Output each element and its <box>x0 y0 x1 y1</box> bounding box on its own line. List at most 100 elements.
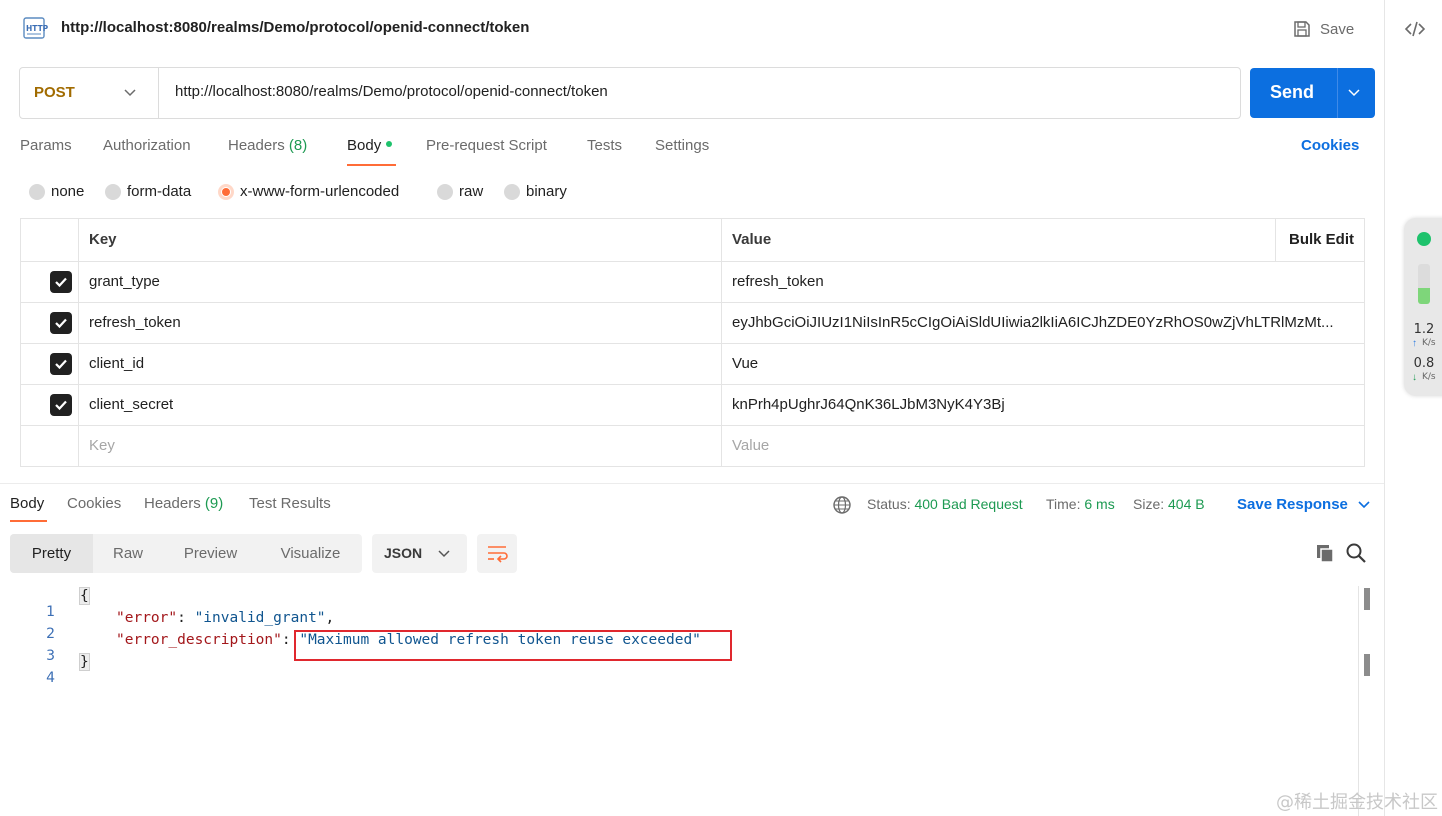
save-button[interactable]: Save <box>1292 16 1354 42</box>
upload-unit: K/s <box>1422 338 1436 348</box>
format-label: JSON <box>384 545 423 561</box>
checkmark-icon <box>55 400 67 411</box>
status-dot-icon <box>1417 232 1431 246</box>
save-icon <box>1294 21 1310 37</box>
response-tab-test-results[interactable]: Test Results <box>249 495 331 512</box>
radio-urlencoded-label: x-www-form-urlencoded <box>240 183 400 200</box>
upload-arrow-icon: ↑ <box>1412 338 1417 349</box>
pane-divider[interactable] <box>0 483 1384 484</box>
search-icon[interactable] <box>1345 542 1367 564</box>
response-status[interactable]: Status: 400 Bad Request <box>867 496 1023 512</box>
radio-urlencoded[interactable]: x-www-form-urlencoded <box>218 183 399 200</box>
headers-count: (8) <box>288 137 308 154</box>
code-snippet-icon[interactable] <box>1404 18 1426 40</box>
radio-none[interactable]: none <box>29 183 84 200</box>
save-response-label: Save Response <box>1237 496 1348 513</box>
value-cell[interactable]: knPrh4pUghrJ64QnK36LJbM3NyK4Y3Bj <box>722 385 1364 425</box>
param-value: eyJhbGciOiJIUzI1NiIsInR5cCIgOiAiSldUIiwi… <box>732 314 1334 331</box>
globe-icon[interactable] <box>832 495 852 515</box>
send-options-chevron-icon[interactable] <box>1348 88 1360 98</box>
tab-body[interactable]: Body <box>347 137 393 154</box>
method-select[interactable]: POST <box>20 68 159 118</box>
key-cell[interactable]: grant_type <box>79 262 722 302</box>
radio-binary[interactable]: binary <box>504 183 567 200</box>
table-row: refresh_token eyJhbGciOiJIUzI1NiIsInR5cC… <box>21 302 1364 343</box>
new-key-input[interactable]: Key <box>79 426 722 466</box>
url-input[interactable]: http://localhost:8080/realms/Demo/protoc… <box>175 83 1225 100</box>
row-checkbox[interactable] <box>50 353 72 375</box>
response-size[interactable]: Size: 404 B <box>1133 496 1205 512</box>
tab-pre-request-script[interactable]: Pre-request Script <box>426 137 547 154</box>
value-cell[interactable]: eyJhbGciOiJIUzI1NiIsInR5cCIgOiAiSldUIiwi… <box>722 303 1364 343</box>
chevron-down-icon <box>124 89 136 97</box>
view-mode-switch: Pretty Raw Preview Visualize <box>10 534 362 573</box>
send-button[interactable]: Send <box>1250 68 1375 118</box>
body-modified-dot-icon <box>386 141 393 148</box>
row-checkbox-cell <box>21 344 79 384</box>
response-tab-body[interactable]: Body <box>10 495 44 512</box>
tab-body-label: Body <box>347 137 382 154</box>
download-arrow-icon: ↓ <box>1412 372 1417 383</box>
key-header-label: Key <box>89 231 117 248</box>
svg-text:HTTP: HTTP <box>26 24 48 33</box>
cookies-link[interactable]: Cookies <box>1301 137 1359 154</box>
view-pretty[interactable]: Pretty <box>10 534 93 573</box>
copy-icon[interactable] <box>1314 542 1336 564</box>
view-preview[interactable]: Preview <box>173 534 248 573</box>
checkmark-icon <box>55 318 67 329</box>
view-raw[interactable]: Raw <box>103 534 153 573</box>
json-pair: "error_description": "Maximum allowed re… <box>116 632 701 648</box>
key-placeholder: Key <box>89 437 115 454</box>
table-header-row: Key Value Bulk Edit <box>21 219 1364 261</box>
row-checkbox[interactable] <box>50 271 72 293</box>
key-cell[interactable]: refresh_token <box>79 303 722 343</box>
active-tab-indicator <box>347 164 396 166</box>
tab-settings[interactable]: Settings <box>655 137 709 154</box>
radio-circle <box>437 183 453 200</box>
code-line: 1 { <box>0 587 1340 620</box>
request-title[interactable]: http://localhost:8080/realms/Demo/protoc… <box>61 19 529 36</box>
scrollbar-marker <box>1364 654 1370 676</box>
tab-authorization[interactable]: Authorization <box>103 137 191 154</box>
view-visualize[interactable]: Visualize <box>268 534 353 573</box>
size-label: Size: <box>1133 496 1165 512</box>
value-cell[interactable]: Vue <box>722 344 1364 384</box>
radio-circle <box>105 183 121 200</box>
row-checkbox[interactable] <box>50 312 72 334</box>
close-brace: } <box>79 653 90 671</box>
wrap-lines-button[interactable] <box>477 534 517 573</box>
radio-form-data[interactable]: form-data <box>105 183 191 200</box>
format-select[interactable]: JSON <box>372 534 467 573</box>
usage-bar <box>1418 264 1430 304</box>
response-body-editor[interactable]: 1 { 2 "error": "invalid_grant", 3 "error… <box>0 586 1358 816</box>
scrollbar-marker <box>1364 588 1370 610</box>
tab-headers[interactable]: Headers (8) <box>228 137 307 154</box>
param-value: refresh_token <box>732 273 824 290</box>
key-cell[interactable]: client_secret <box>79 385 722 425</box>
radio-raw[interactable]: raw <box>437 183 483 200</box>
row-checkbox[interactable] <box>50 394 72 416</box>
download-speed: 0.8 <box>1413 356 1435 371</box>
status-label: Status: <box>867 496 911 512</box>
key-cell[interactable]: client_id <box>79 344 722 384</box>
value-header-label: Value <box>732 231 772 248</box>
response-time[interactable]: Time: 6 ms <box>1046 496 1115 512</box>
tab-params[interactable]: Params <box>20 137 72 154</box>
response-tab-headers[interactable]: Headers (9) <box>144 495 223 512</box>
network-speed-widget[interactable]: 1.2 ↑ K/s 0.8 ↓ K/s <box>1404 218 1442 396</box>
value-cell[interactable]: refresh_token <box>722 262 1364 302</box>
response-tab-cookies[interactable]: Cookies <box>67 495 121 512</box>
key-column-header: Key <box>79 219 722 261</box>
tab-tests[interactable]: Tests <box>587 137 622 154</box>
save-response-button[interactable]: Save Response <box>1237 496 1370 513</box>
download-unit: K/s <box>1422 372 1436 382</box>
json-value: "invalid_grant" <box>194 610 326 626</box>
wrap-lines-icon <box>488 546 508 563</box>
row-checkbox-cell <box>21 385 79 425</box>
new-value-input[interactable]: Value <box>722 426 1364 466</box>
watermark: @稀土掘金技术社区 <box>1276 792 1438 813</box>
body-params-table: Key Value Bulk Edit grant_type refresh_t… <box>20 218 1365 467</box>
json-key: "error_description" <box>116 632 282 648</box>
bulk-edit-button[interactable]: Bulk Edit <box>1275 219 1365 261</box>
editor-scrollbar-track[interactable] <box>1358 586 1359 816</box>
